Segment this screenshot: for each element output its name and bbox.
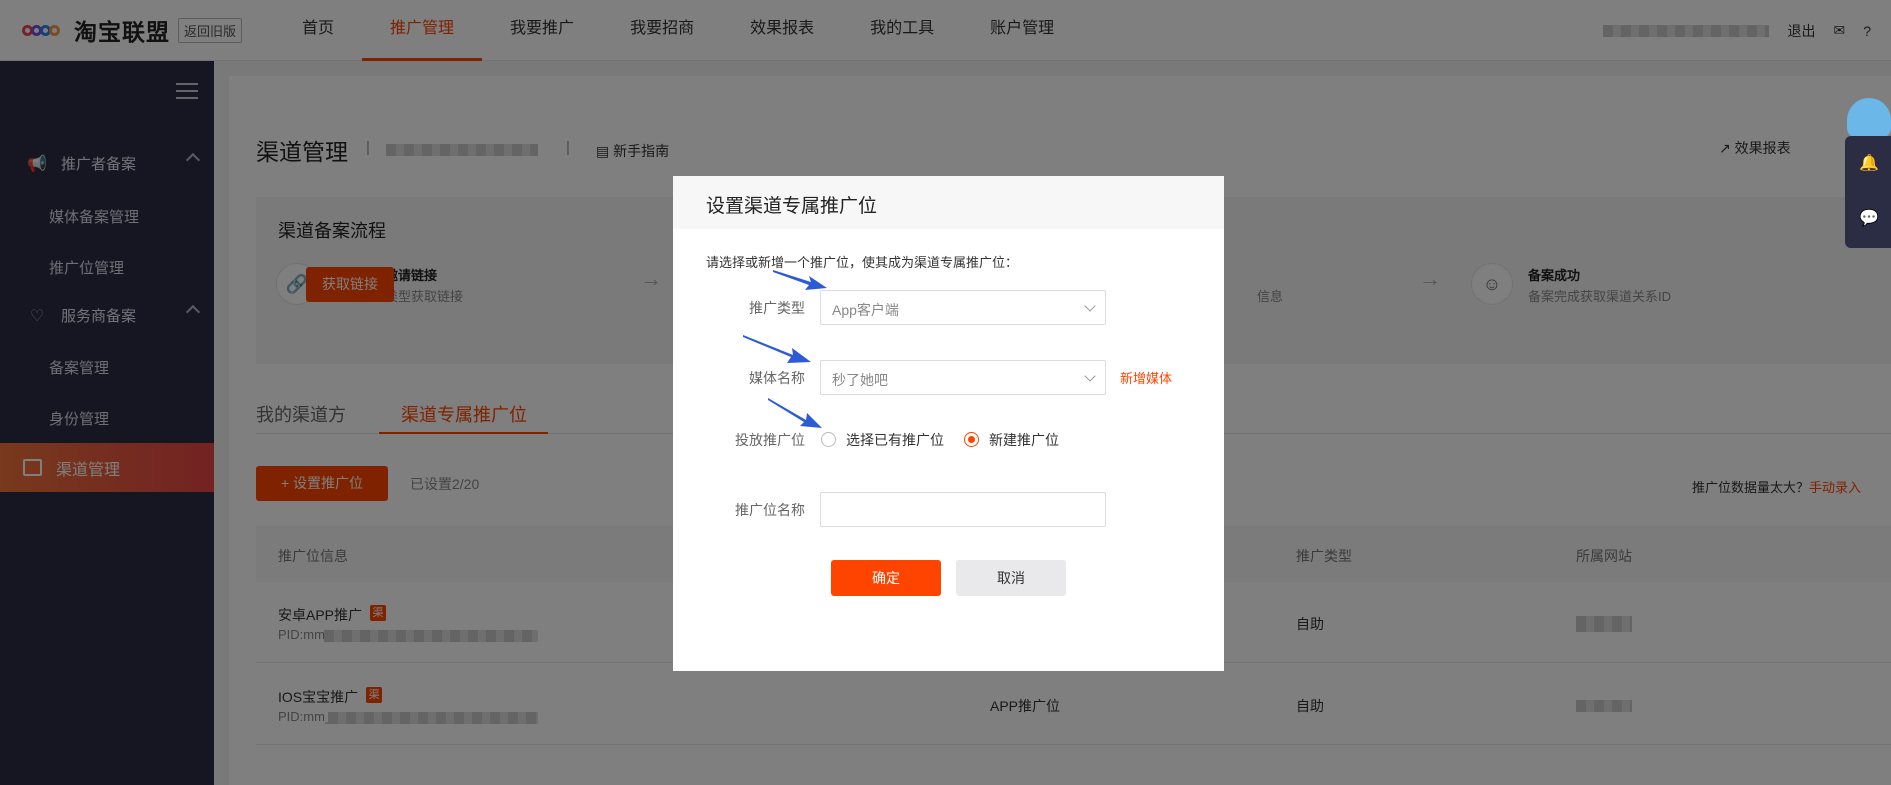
dialog-title: 设置渠道专属推广位 <box>706 196 878 217</box>
chat-icon[interactable]: 💬 <box>1859 210 1879 228</box>
label-promotion-type: 推广类型 <box>749 300 805 316</box>
cancel-button[interactable]: 取消 <box>956 560 1066 596</box>
add-media-link[interactable]: 新增媒体 <box>1120 368 1172 387</box>
media-name-select[interactable]: 秒了她吧 <box>820 360 1106 395</box>
bell-icon[interactable]: 🔔 <box>1859 155 1879 173</box>
media-name-value: 秒了她吧 <box>832 372 888 388</box>
floating-panel: 🔔 💬 <box>1845 136 1891 248</box>
dialog-description: 请选择或新增一个推广位，使其成为渠道专属推广位： <box>706 255 1019 270</box>
radio-existing-position[interactable] <box>821 432 836 447</box>
confirm-button[interactable]: 确定 <box>831 560 941 596</box>
position-name-input[interactable] <box>820 492 1106 527</box>
chevron-down-icon <box>1084 300 1096 312</box>
radio-new-position[interactable] <box>964 432 979 447</box>
annotation-arrow-icon <box>768 398 822 428</box>
radio-existing-label[interactable]: 选择已有推广位 <box>846 430 944 450</box>
radio-new-label[interactable]: 新建推广位 <box>989 430 1059 450</box>
annotation-arrow-icon <box>773 270 827 290</box>
elephant-mascot-icon[interactable] <box>1847 98 1891 138</box>
promotion-type-value: App客户端 <box>832 302 899 318</box>
set-channel-position-dialog: 设置渠道专属推广位 请选择或新增一个推广位，使其成为渠道专属推广位： 推广类型 … <box>673 176 1224 671</box>
label-placement: 投放推广位 <box>735 432 805 448</box>
chevron-down-icon <box>1084 370 1096 382</box>
label-position-name: 推广位名称 <box>735 502 805 518</box>
promotion-type-select[interactable]: App客户端 <box>820 290 1106 325</box>
annotation-arrow-icon <box>743 335 811 363</box>
dialog-header: 设置渠道专属推广位 <box>673 176 1224 229</box>
label-media-name: 媒体名称 <box>749 370 805 386</box>
